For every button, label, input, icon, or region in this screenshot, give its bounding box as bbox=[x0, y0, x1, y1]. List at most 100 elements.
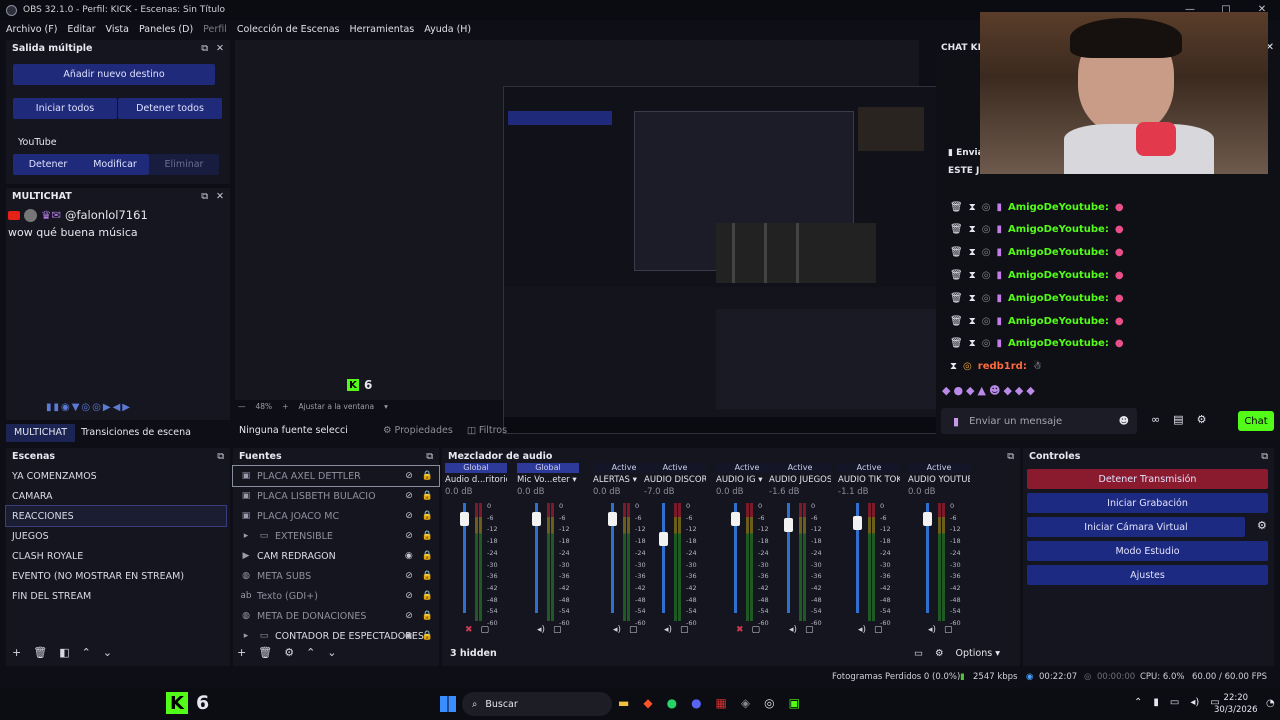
close-dock-icon[interactable]: ✕ bbox=[216, 43, 224, 54]
monitor-icon[interactable]: ▢ bbox=[680, 625, 689, 635]
kick-app-icon[interactable]: ▣ bbox=[789, 696, 800, 710]
timeout-icon[interactable]: ⧗ bbox=[969, 202, 976, 213]
start-all-button[interactable]: Iniciar todos bbox=[13, 98, 117, 119]
trash-icon[interactable]: 🗑 bbox=[950, 247, 963, 258]
monitor-icon[interactable]: ▢ bbox=[629, 625, 638, 635]
channel-name[interactable]: AUDIO TIK TOK ▾ bbox=[838, 473, 900, 487]
channel-name[interactable]: Mic Vo...eter ▾ bbox=[517, 473, 579, 487]
zoom-in-icon[interactable]: + bbox=[282, 402, 288, 411]
volume-icon[interactable]: ◂) bbox=[1190, 697, 1199, 708]
stop-stream-button[interactable]: Detener Transmisión bbox=[1027, 469, 1268, 489]
stop-all-button[interactable]: Detener todos bbox=[118, 98, 222, 119]
eye-hidden-icon[interactable]: ⊘ bbox=[405, 471, 413, 481]
trash-icon[interactable]: 🗑 bbox=[950, 316, 963, 327]
expand-icon[interactable]: ▸ bbox=[239, 531, 253, 541]
eye-hidden-icon[interactable]: ⊘ bbox=[405, 511, 413, 521]
obs-taskbar-icon[interactable]: ◎ bbox=[764, 696, 774, 710]
brave-icon[interactable]: ◆ bbox=[643, 696, 652, 710]
scene-item[interactable]: REACCIONES bbox=[5, 505, 227, 527]
channel-name[interactable]: AUDIO DISCORD ▾ bbox=[644, 473, 706, 487]
source-item[interactable]: ▣ PLACA AXEL DETTLER ⊘ 🔒 bbox=[232, 465, 440, 487]
emote-bar-icon[interactable]: ▮▮◉▼◎◎▶◀▶ bbox=[46, 402, 132, 413]
menu-perfil[interactable]: Perfil bbox=[203, 24, 227, 35]
monitor-icon[interactable]: ▢ bbox=[944, 625, 953, 635]
timeout-icon[interactable]: ⧗ bbox=[969, 247, 976, 258]
music-app-icon[interactable]: ▦ bbox=[716, 696, 727, 710]
float-icon[interactable]: ⧉ bbox=[1007, 451, 1014, 462]
menu-editar[interactable]: Editar bbox=[67, 24, 95, 35]
eye-hidden-icon[interactable]: ⊘ bbox=[405, 571, 413, 581]
arrow-up-icon[interactable]: ⌃ bbox=[306, 646, 315, 659]
virtual-camera-button[interactable]: Iniciar Cámara Virtual bbox=[1027, 517, 1245, 537]
add-icon[interactable]: + bbox=[237, 646, 246, 659]
monitor-icon[interactable]: ▢ bbox=[752, 625, 761, 635]
source-item[interactable]: ▶ CAM REDRAGON ◉ 🔒 bbox=[233, 546, 439, 566]
monitor-icon[interactable]: ▢ bbox=[553, 625, 562, 635]
lock-icon[interactable]: 🔒 bbox=[422, 611, 433, 621]
menu-coleccion[interactable]: Colección de Escenas bbox=[237, 24, 340, 35]
folder-app-icon[interactable]: ▬ bbox=[618, 696, 629, 710]
monitor-icon[interactable]: ▢ bbox=[481, 625, 490, 635]
trash-icon[interactable]: 🗑 bbox=[33, 646, 47, 659]
volume-knob[interactable] bbox=[784, 518, 793, 533]
source-item[interactable]: ◍ META DE DONACIONES ⊘ 🔒 bbox=[233, 606, 439, 626]
volume-slider[interactable] bbox=[923, 503, 932, 613]
eye-icon[interactable]: ◉ bbox=[405, 551, 413, 561]
virtual-camera-gear-icon[interactable]: ⚙ bbox=[1257, 519, 1267, 532]
speaker-icon[interactable]: ◂) bbox=[858, 625, 866, 635]
start-recording-button[interactable]: Iniciar Grabación bbox=[1027, 493, 1268, 513]
timeout-icon[interactable]: ⧗ bbox=[950, 361, 957, 372]
volume-knob[interactable] bbox=[460, 511, 469, 526]
studio-mode-button[interactable]: Modo Estudio bbox=[1027, 541, 1268, 561]
chat-settings-icon[interactable]: ⚙ bbox=[1197, 413, 1207, 426]
volume-slider[interactable] bbox=[608, 503, 617, 613]
source-item[interactable]: ▸ ▭ EXTENSIBLE ⊘ 🔒 bbox=[233, 526, 439, 546]
volume-knob[interactable] bbox=[853, 516, 862, 531]
chevron-up-icon[interactable]: ⌃ bbox=[1134, 697, 1142, 708]
expand-icon[interactable]: ▸ bbox=[239, 631, 253, 641]
trash-icon[interactable]: 🗑 bbox=[950, 224, 963, 235]
delete-button[interactable]: Eliminar bbox=[149, 154, 219, 175]
timeout-icon[interactable]: ⧗ bbox=[969, 270, 976, 281]
notification-icon[interactable]: ◔ bbox=[1266, 698, 1275, 709]
volume-knob[interactable] bbox=[532, 511, 541, 526]
mixer-settings-icon[interactable]: ⚙ bbox=[935, 648, 944, 659]
channel-name[interactable]: AUDIO JUEGOS ▾ bbox=[769, 473, 831, 487]
speaker-icon[interactable]: ◂) bbox=[613, 625, 621, 635]
options-button[interactable]: Options ▾ bbox=[956, 648, 1000, 659]
lock-icon[interactable]: 🔒 bbox=[422, 491, 433, 501]
arrow-up-icon[interactable]: ⌃ bbox=[82, 646, 91, 659]
float-icon[interactable]: ⧉ bbox=[201, 43, 208, 54]
scene-item[interactable]: CLASH ROYALE bbox=[6, 546, 226, 566]
filters-button[interactable]: ◫ Filtros bbox=[467, 425, 507, 436]
speaker-icon[interactable]: ◂) bbox=[789, 625, 797, 635]
volume-knob[interactable] bbox=[731, 511, 740, 526]
menu-archivo[interactable]: Archivo (F) bbox=[6, 24, 57, 35]
trash-icon[interactable]: 🗑 bbox=[950, 293, 963, 304]
tab-transitions[interactable]: Transiciones de escena bbox=[75, 424, 197, 442]
timeout-icon[interactable]: ⧗ bbox=[969, 224, 976, 235]
eye-hidden-icon[interactable]: ⊘ bbox=[405, 531, 413, 541]
volume-slider[interactable] bbox=[460, 503, 469, 613]
modify-button[interactable]: Modificar bbox=[81, 154, 149, 175]
source-item[interactable]: ▸ ▭ CONTADOR DE ESPECTADORES ◉ 🔒 bbox=[233, 626, 439, 646]
speaker-icon[interactable]: ◂) bbox=[928, 625, 936, 635]
menu-vista[interactable]: Vista bbox=[106, 24, 129, 35]
preview-area[interactable]: K 6 bbox=[235, 40, 1119, 434]
arrow-down-icon[interactable]: ⌄ bbox=[103, 646, 112, 659]
float-icon[interactable]: ⧉ bbox=[1261, 451, 1268, 462]
menu-herramientas[interactable]: Herramientas bbox=[350, 24, 415, 35]
points-icon[interactable]: ∞ bbox=[1151, 413, 1160, 426]
taskbar-search[interactable]: ⌕ Buscar bbox=[462, 692, 612, 716]
source-item[interactable]: ab Texto (GDI+) ⊘ 🔒 bbox=[233, 586, 439, 606]
discord-icon[interactable]: ● bbox=[691, 696, 701, 710]
volume-slider[interactable] bbox=[532, 503, 541, 613]
volume-slider[interactable] bbox=[731, 503, 740, 613]
add-destination-button[interactable]: Añadir nuevo destino bbox=[13, 64, 215, 85]
source-item[interactable]: ◍ META SUBS ⊘ 🔒 bbox=[233, 566, 439, 586]
zoom-out-icon[interactable]: — bbox=[238, 402, 246, 411]
lock-icon[interactable]: 🔒 bbox=[422, 511, 433, 521]
add-icon[interactable]: + bbox=[12, 646, 21, 659]
scene-item[interactable]: YA COMENZAMOS bbox=[6, 466, 226, 486]
source-item[interactable]: ▣ PLACA JOACO MC ⊘ 🔒 bbox=[233, 506, 439, 526]
